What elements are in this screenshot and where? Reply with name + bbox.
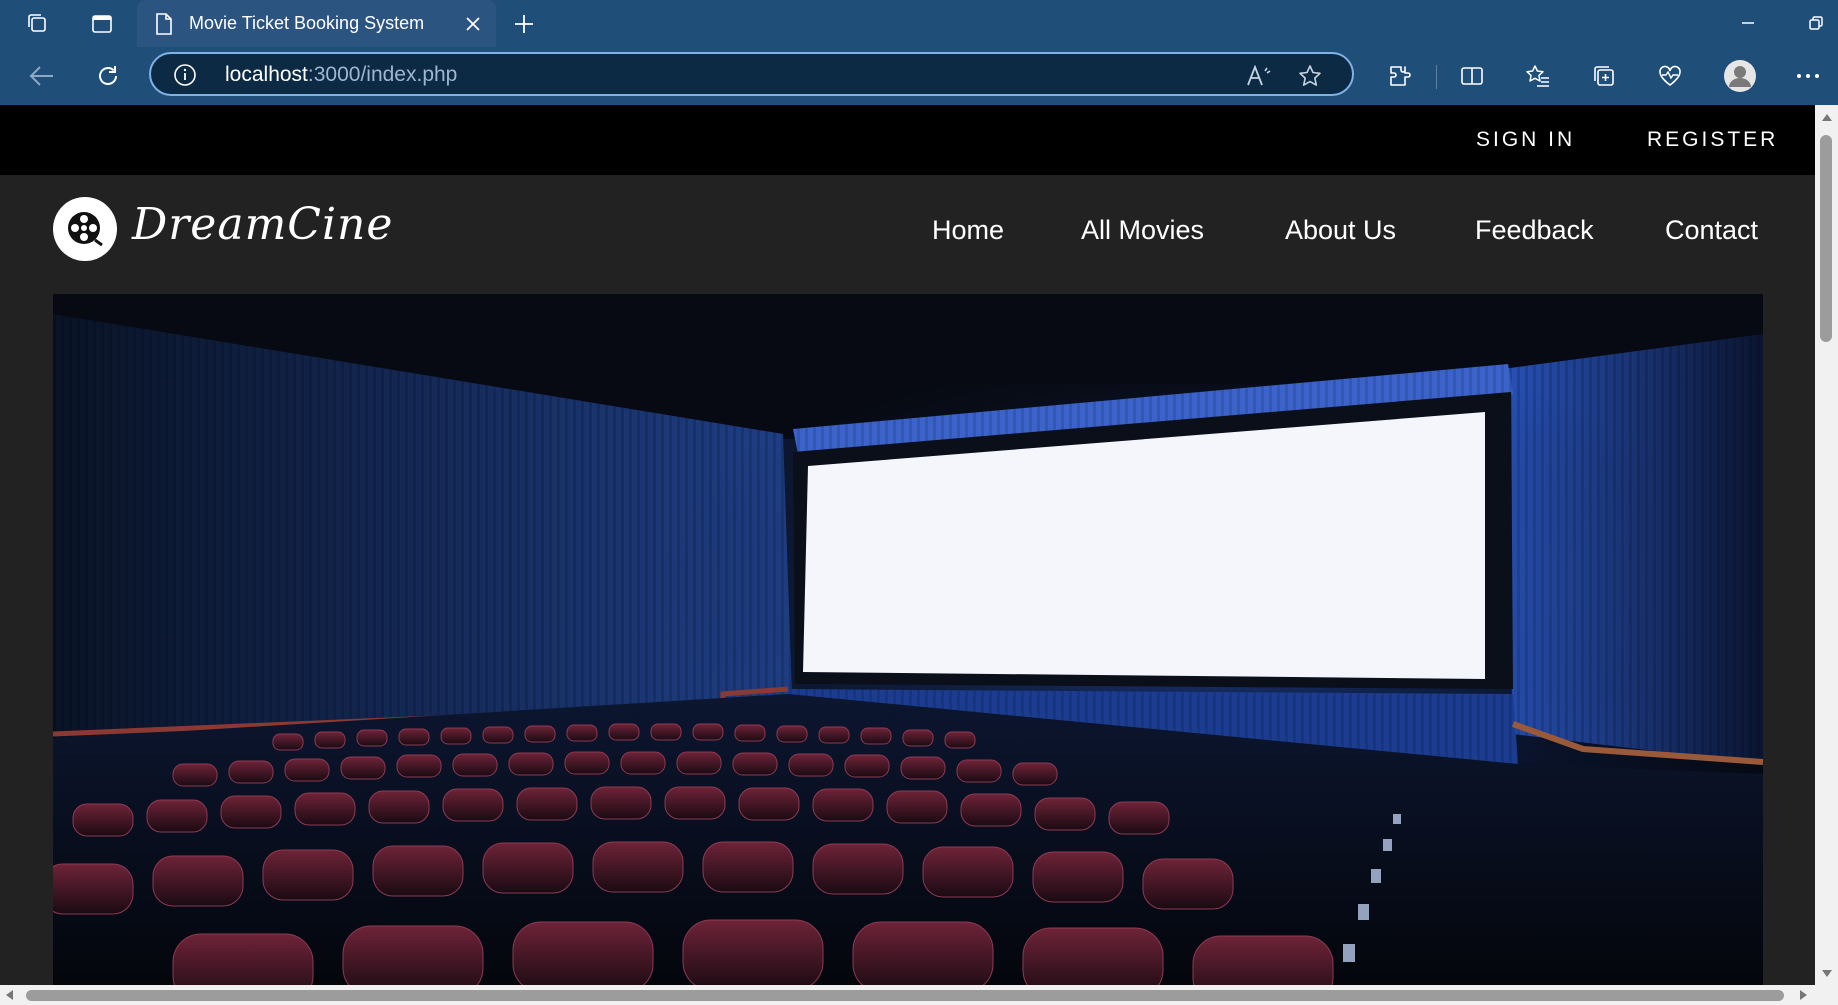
browser-tab-bar: Movie Ticket Booking System: [0, 0, 1838, 47]
vertical-scrollbar[interactable]: [1815, 105, 1838, 985]
site-header: DreamCine Home All Movies About Us Feedb…: [0, 175, 1815, 293]
horizontal-scroll-thumb[interactable]: [26, 990, 1784, 1001]
account-bar: SIGN IN REGISTER: [0, 105, 1815, 175]
nav-feedback[interactable]: Feedback: [1475, 205, 1594, 255]
read-aloud-icon[interactable]: [1244, 61, 1274, 91]
tab-actions-icon[interactable]: [86, 8, 118, 40]
nav-home[interactable]: Home: [932, 205, 1004, 255]
new-tab-icon[interactable]: [508, 8, 540, 40]
register-link[interactable]: REGISTER: [1647, 105, 1778, 175]
profile-avatar-icon[interactable]: [1722, 58, 1758, 94]
restore-icon[interactable]: [1798, 6, 1834, 40]
page-viewport: SIGN IN REGISTER DreamCine Home All Movi…: [0, 105, 1815, 985]
workspaces-icon[interactable]: [22, 8, 54, 40]
browser-essentials-icon[interactable]: [1652, 58, 1688, 94]
address-bar[interactable]: localhost:3000/index.php: [149, 52, 1354, 96]
hero-cinema-image: [53, 294, 1763, 985]
scroll-right-icon[interactable]: [1800, 990, 1807, 1000]
film-reel-logo-icon[interactable]: [53, 197, 117, 261]
nav-about-us[interactable]: About Us: [1285, 205, 1396, 255]
site-logo-text[interactable]: DreamCine: [132, 199, 393, 250]
close-tab-icon[interactable]: [458, 9, 488, 39]
url-path: :3000/index.php: [307, 63, 458, 86]
nav-contact[interactable]: Contact: [1665, 205, 1758, 255]
extensions-icon[interactable]: [1382, 58, 1418, 94]
vertical-scroll-thumb[interactable]: [1820, 135, 1832, 342]
page-icon: [155, 12, 173, 35]
favorite-star-icon[interactable]: [1295, 61, 1325, 91]
site-info-icon[interactable]: [173, 63, 197, 87]
minimize-icon[interactable]: [1730, 6, 1766, 40]
scroll-up-icon[interactable]: [1822, 114, 1832, 121]
sign-in-link[interactable]: SIGN IN: [1476, 105, 1575, 175]
nav-all-movies[interactable]: All Movies: [1081, 205, 1204, 255]
favorites-icon[interactable]: [1520, 58, 1556, 94]
url-host: localhost: [225, 63, 308, 86]
toolbar-divider: [1436, 65, 1437, 89]
more-options-icon[interactable]: [1790, 58, 1826, 94]
url-text[interactable]: localhost:3000/index.php: [225, 63, 457, 87]
browser-toolbar: localhost:3000/index.php: [0, 47, 1838, 105]
refresh-icon[interactable]: [90, 58, 126, 94]
back-icon[interactable]: [24, 58, 60, 94]
collections-icon[interactable]: [1586, 58, 1622, 94]
cinema-hall-illustration: [53, 294, 1763, 985]
tab-title: Movie Ticket Booking System: [189, 13, 425, 33]
scroll-down-icon[interactable]: [1822, 970, 1832, 977]
split-screen-icon[interactable]: [1454, 58, 1490, 94]
active-tab[interactable]: Movie Ticket Booking System: [137, 0, 496, 47]
horizontal-scrollbar[interactable]: [0, 985, 1838, 1005]
scroll-left-icon[interactable]: [6, 990, 13, 1000]
